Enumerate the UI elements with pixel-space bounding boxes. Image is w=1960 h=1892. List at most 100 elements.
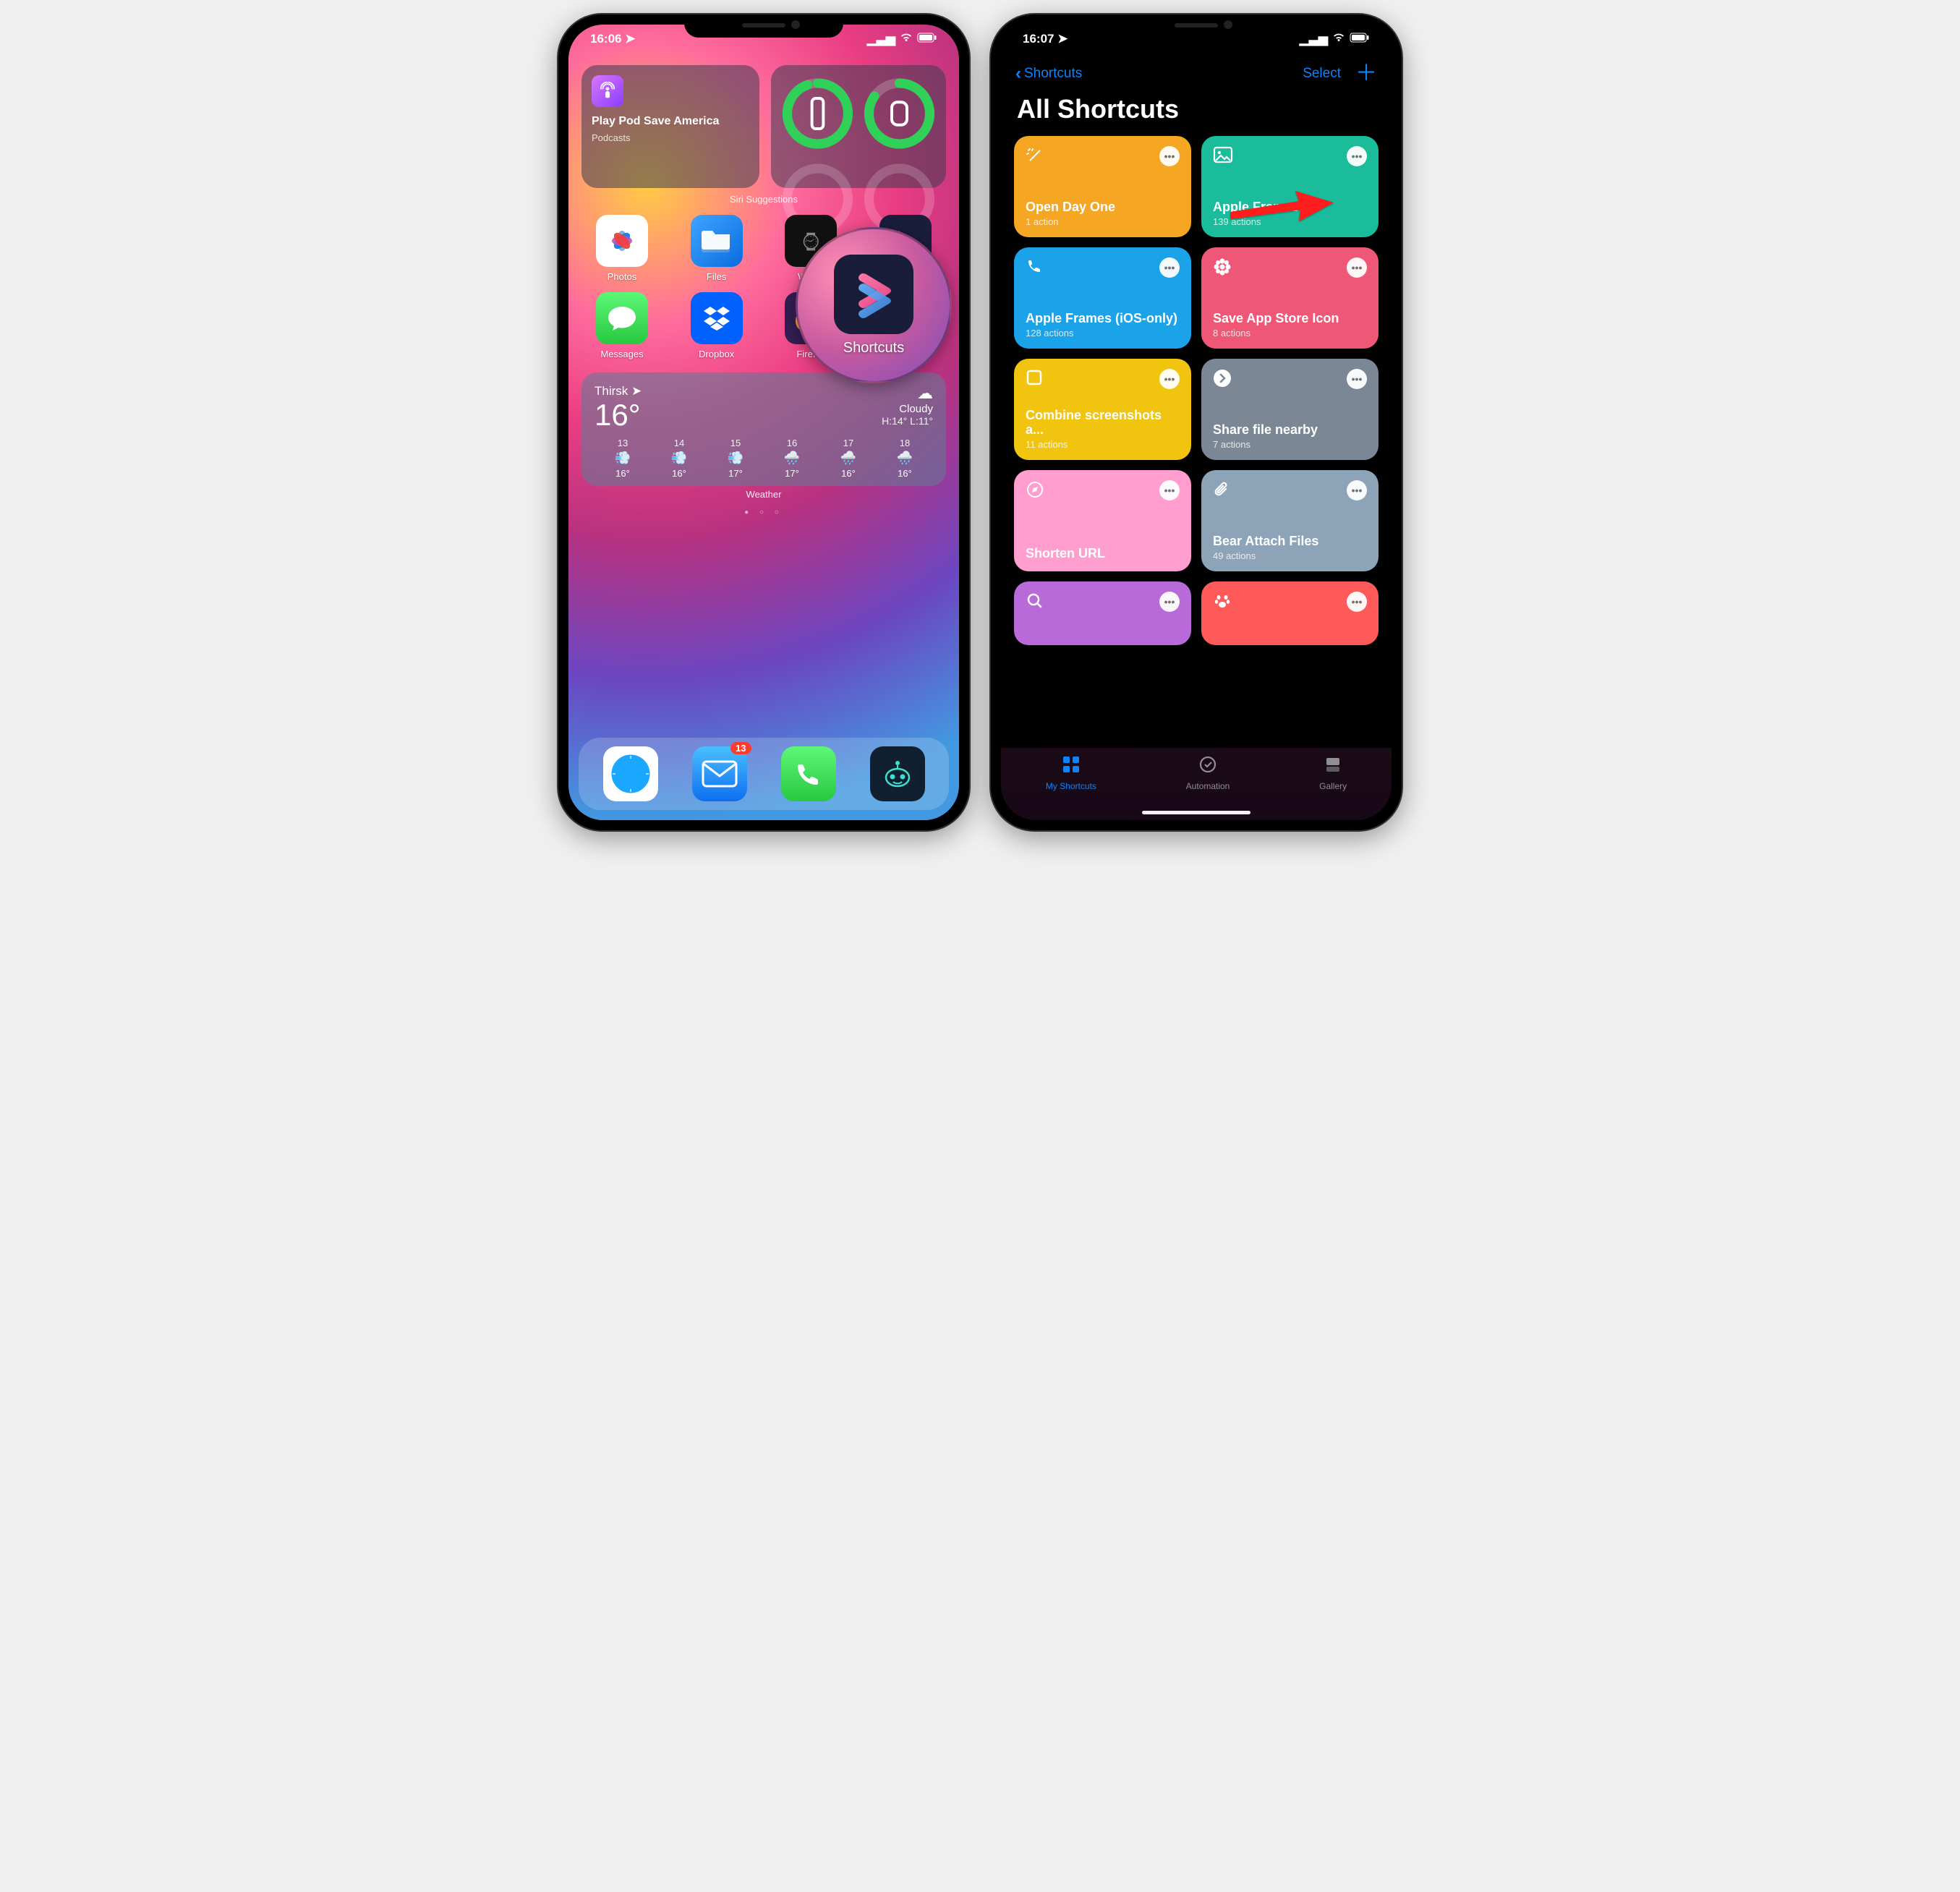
iphone-battery-ring <box>780 74 856 153</box>
tab-gallery[interactable]: Gallery <box>1319 755 1347 791</box>
grid-icon <box>1046 755 1096 779</box>
files-icon <box>691 215 743 267</box>
compass-icon <box>1026 480 1044 504</box>
square-icon <box>1026 369 1043 391</box>
shortcut-name: Shorten URL <box>1026 546 1180 561</box>
signal-icon: ▁▃▅ <box>867 32 895 46</box>
app-mail[interactable]: 13 <box>692 746 747 801</box>
clock: 16:06 <box>590 32 621 46</box>
dock: 13 <box>579 738 949 810</box>
page-title: All Shortcuts <box>1001 88 1392 136</box>
weather-condition: Cloudy <box>882 403 933 415</box>
magnified-shortcuts: Shortcuts <box>796 227 952 383</box>
battery-icon <box>917 32 937 46</box>
clock: 16:07 <box>1023 32 1054 46</box>
app-bot[interactable] <box>870 746 925 801</box>
shortcut-action-count: 1 action <box>1026 216 1180 227</box>
shortcut-card[interactable]: ••• Save App Store Icon 8 actions <box>1201 247 1379 349</box>
page-indicator[interactable]: ● ○ ○ <box>581 508 946 516</box>
phone-shortcuts: 16:07 ➤ ▁▃▅ ‹ Shortcuts Select <box>991 14 1402 830</box>
shortcut-card[interactable]: ••• Bear Attach Files 49 actions <box>1201 470 1379 571</box>
gallery-icon <box>1319 755 1347 779</box>
app-safari[interactable] <box>603 746 658 801</box>
more-button[interactable]: ••• <box>1159 369 1180 389</box>
shortcut-card[interactable]: ••• Share file nearby 7 actions <box>1201 359 1379 460</box>
tab-my-shortcuts[interactable]: My Shortcuts <box>1046 755 1096 791</box>
tab-automation[interactable]: Automation <box>1186 755 1230 791</box>
shortcuts-icon-large <box>834 255 913 334</box>
weather-hilo: H:14° L:11° <box>882 415 933 427</box>
signal-icon: ▁▃▅ <box>1300 32 1328 46</box>
watch-battery-ring <box>861 74 937 153</box>
more-button[interactable]: ••• <box>1159 146 1180 166</box>
shortcut-action-count: 11 actions <box>1026 439 1180 450</box>
shortcut-action-count: 49 actions <box>1213 550 1367 561</box>
shortcut-name: Combine screenshots a... <box>1026 408 1180 438</box>
shortcut-name: Open Day One <box>1026 200 1180 215</box>
wand-icon <box>1026 146 1044 170</box>
app-files[interactable]: Files <box>676 215 757 282</box>
photos-icon <box>596 215 648 267</box>
shortcut-name: Bear Attach Files <box>1213 534 1367 549</box>
wifi-icon <box>900 32 913 46</box>
paw-icon <box>1213 592 1232 615</box>
flower-icon <box>1213 257 1232 281</box>
clip-icon <box>1213 480 1232 504</box>
chevron-icon <box>1213 369 1232 393</box>
shortcut-card[interactable]: ••• Open Day One 1 action <box>1014 136 1191 237</box>
weather-widget[interactable]: Thirsk ➤ 16° ☁︎ Cloudy H:14° L:11° 13💨16… <box>581 372 946 486</box>
phone-icon <box>1026 257 1043 280</box>
callout-arrow <box>1227 187 1335 230</box>
notch <box>1117 14 1276 38</box>
podcast-source: Podcasts <box>592 132 749 143</box>
wifi-icon <box>1332 32 1345 46</box>
more-button[interactable]: ••• <box>1347 480 1367 500</box>
weather-hour: 14💨16° <box>651 438 707 479</box>
location-icon: ➤ <box>1057 32 1068 46</box>
shortcut-action-count: 128 actions <box>1026 328 1180 338</box>
back-button[interactable]: ‹ Shortcuts <box>1015 64 1082 84</box>
search-icon <box>1026 592 1044 615</box>
select-button[interactable]: Select <box>1303 66 1341 82</box>
location-icon: ➤ <box>625 32 635 46</box>
automation-icon <box>1186 755 1230 779</box>
weather-hour: 15💨17° <box>707 438 764 479</box>
more-button[interactable]: ••• <box>1347 592 1367 612</box>
notch <box>684 14 843 38</box>
app-messages[interactable]: Messages <box>581 292 662 359</box>
weather-location: Thirsk <box>595 384 628 398</box>
shortcut-card[interactable]: ••• <box>1201 581 1379 645</box>
shortcut-name: Apple Frames (iOS-only) <box>1026 311 1180 326</box>
shortcut-card[interactable]: ••• Apple Frames (iOS-only) 128 actions <box>1014 247 1191 349</box>
shortcut-name: Share file nearby <box>1213 422 1367 438</box>
weather-hour: 16🌧️17° <box>764 438 820 479</box>
shortcut-card[interactable]: ••• Combine screenshots a... 11 actions <box>1014 359 1191 460</box>
weather-hour: 18🌧️16° <box>877 438 933 479</box>
more-button[interactable]: ••• <box>1159 257 1180 278</box>
shortcut-card[interactable]: ••• Shorten URL <box>1014 470 1191 571</box>
app-photos[interactable]: Photos <box>581 215 662 282</box>
more-button[interactable]: ••• <box>1347 146 1367 166</box>
app-phone[interactable] <box>781 746 836 801</box>
shortcut-card[interactable]: ••• <box>1014 581 1191 645</box>
tab-bar: My Shortcuts Automation Gallery <box>1001 748 1392 820</box>
podcast-widget[interactable]: Play Pod Save America Podcasts <box>581 65 759 188</box>
location-arrow-icon: ➤ <box>631 384 642 398</box>
siri-suggestions-label: Siri Suggestions <box>581 194 946 205</box>
dropbox-icon <box>691 292 743 344</box>
podcast-title: Play Pod Save America <box>592 114 749 128</box>
batteries-widget[interactable] <box>771 65 946 188</box>
more-button[interactable]: ••• <box>1159 592 1180 612</box>
weather-label: Weather <box>581 489 946 500</box>
cloud-icon: ☁︎ <box>882 384 933 403</box>
messages-icon <box>596 292 648 344</box>
add-button[interactable]: ＋ <box>1355 67 1377 80</box>
more-button[interactable]: ••• <box>1347 257 1367 278</box>
app-dropbox[interactable]: Dropbox <box>676 292 757 359</box>
more-button[interactable]: ••• <box>1159 480 1180 500</box>
shortcut-action-count: 7 actions <box>1213 439 1367 450</box>
home-indicator[interactable] <box>1142 811 1250 814</box>
more-button[interactable]: ••• <box>1347 369 1367 389</box>
shortcut-name: Save App Store Icon <box>1213 311 1367 326</box>
weather-temp: 16° <box>595 400 642 430</box>
